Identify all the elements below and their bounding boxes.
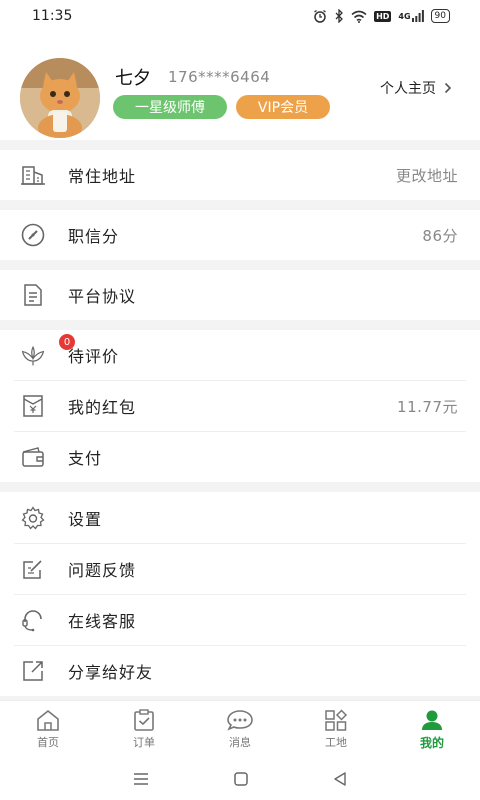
menu-item-feedback[interactable]: 问题反馈	[0, 544, 480, 594]
status-bar: 11:35 HD 4G 90	[0, 0, 480, 32]
user-name: 七夕	[115, 68, 151, 89]
home-icon	[37, 709, 59, 731]
credit-score-value: 86分	[422, 226, 458, 245]
network-label: 4G	[398, 11, 411, 21]
wallet-icon	[20, 444, 46, 470]
menu-item-credit[interactable]: 职信分 86分	[0, 210, 480, 260]
tab-label: 我的	[419, 735, 444, 750]
gauge-icon	[20, 222, 46, 248]
signal-icon: 4G	[398, 10, 424, 22]
tab-home[interactable]: 首页	[0, 701, 96, 758]
menu-item-label: 问题反馈	[68, 561, 137, 580]
tab-label: 消息	[229, 736, 251, 749]
gear-icon	[20, 505, 46, 531]
battery-icon: 90	[430, 9, 450, 23]
menu-item-agreement[interactable]: 平台协议	[0, 270, 480, 320]
alarm-icon	[313, 9, 327, 23]
level-badge: 一星级师傅	[113, 95, 227, 119]
hd-icon: HD	[374, 10, 392, 22]
status-time: 11:35	[32, 8, 73, 24]
battery-level: 90	[434, 10, 446, 21]
avatar[interactable]	[20, 58, 100, 138]
tab-sites[interactable]: 工地	[288, 701, 384, 758]
menu-item-redpacket[interactable]: 我的红包 11.77元	[0, 381, 480, 431]
menu-item-service[interactable]: 在线客服	[0, 595, 480, 645]
menu-item-label: 分享给好友	[68, 663, 154, 682]
tab-mine[interactable]: 我的	[384, 701, 480, 758]
headset-icon	[20, 607, 46, 633]
system-nav-bar	[0, 758, 480, 800]
bluetooth-icon	[334, 9, 344, 23]
menu-item-label: 支付	[68, 449, 103, 468]
menu-item-label: 我的红包	[68, 398, 137, 417]
share-icon	[20, 658, 46, 684]
menu-item-label: 常住地址	[68, 167, 137, 186]
menu-item-review[interactable]: 0 待评价	[0, 330, 480, 380]
menu-item-label: 设置	[68, 509, 103, 529]
menu-item-label: 在线客服	[68, 612, 137, 631]
grid-icon	[325, 709, 348, 731]
tab-orders[interactable]: 订单	[96, 701, 192, 758]
section-gap	[0, 140, 480, 150]
status-icons: HD 4G 90	[313, 9, 450, 23]
home-square-icon[interactable]	[233, 771, 249, 787]
redpacket-icon	[20, 393, 46, 419]
menu-item-share[interactable]: 分享给好友	[0, 646, 480, 696]
section-gap	[0, 482, 480, 492]
wifi-icon	[351, 10, 367, 23]
tab-label: 订单	[133, 736, 155, 749]
chat-icon	[227, 710, 253, 731]
homepage-link[interactable]: 个人主页	[380, 78, 452, 98]
menu-item-label: 职信分	[68, 227, 120, 246]
menu-item-label: 平台协议	[68, 287, 137, 306]
vip-badge[interactable]: VIP会员	[236, 95, 330, 119]
flower-icon: 0	[20, 333, 76, 368]
back-icon[interactable]	[332, 771, 348, 787]
menu-item-payment[interactable]: 支付	[0, 432, 480, 482]
menu-item-address[interactable]: 常住地址 更改地址	[0, 150, 480, 200]
user-phone: 176****6464	[168, 68, 271, 86]
change-address-link[interactable]: 更改地址	[396, 165, 458, 186]
profile-header: 七夕 176****6464 一星级师傅 VIP会员 个人主页	[0, 48, 480, 140]
clipboard-icon	[134, 709, 154, 731]
section-gap	[0, 320, 480, 330]
menu-icon[interactable]	[132, 772, 150, 786]
chevron-right-icon	[444, 82, 452, 94]
menu-item-label: 待评价	[68, 347, 120, 366]
person-icon	[422, 710, 442, 730]
menu-item-settings[interactable]: 设置	[0, 492, 480, 543]
tab-messages[interactable]: 消息	[192, 701, 288, 758]
section-gap	[0, 200, 480, 210]
bottom-tab-bar: 首页 订单 消息 工地 我的	[0, 700, 480, 758]
document-icon	[20, 282, 46, 308]
redpacket-amount: 11.77元	[397, 397, 458, 416]
tab-label: 首页	[37, 736, 59, 749]
tab-label: 工地	[325, 736, 347, 749]
edit-icon	[20, 556, 46, 582]
building-icon	[20, 162, 46, 188]
homepage-label: 个人主页	[380, 81, 436, 97]
section-gap	[0, 260, 480, 270]
